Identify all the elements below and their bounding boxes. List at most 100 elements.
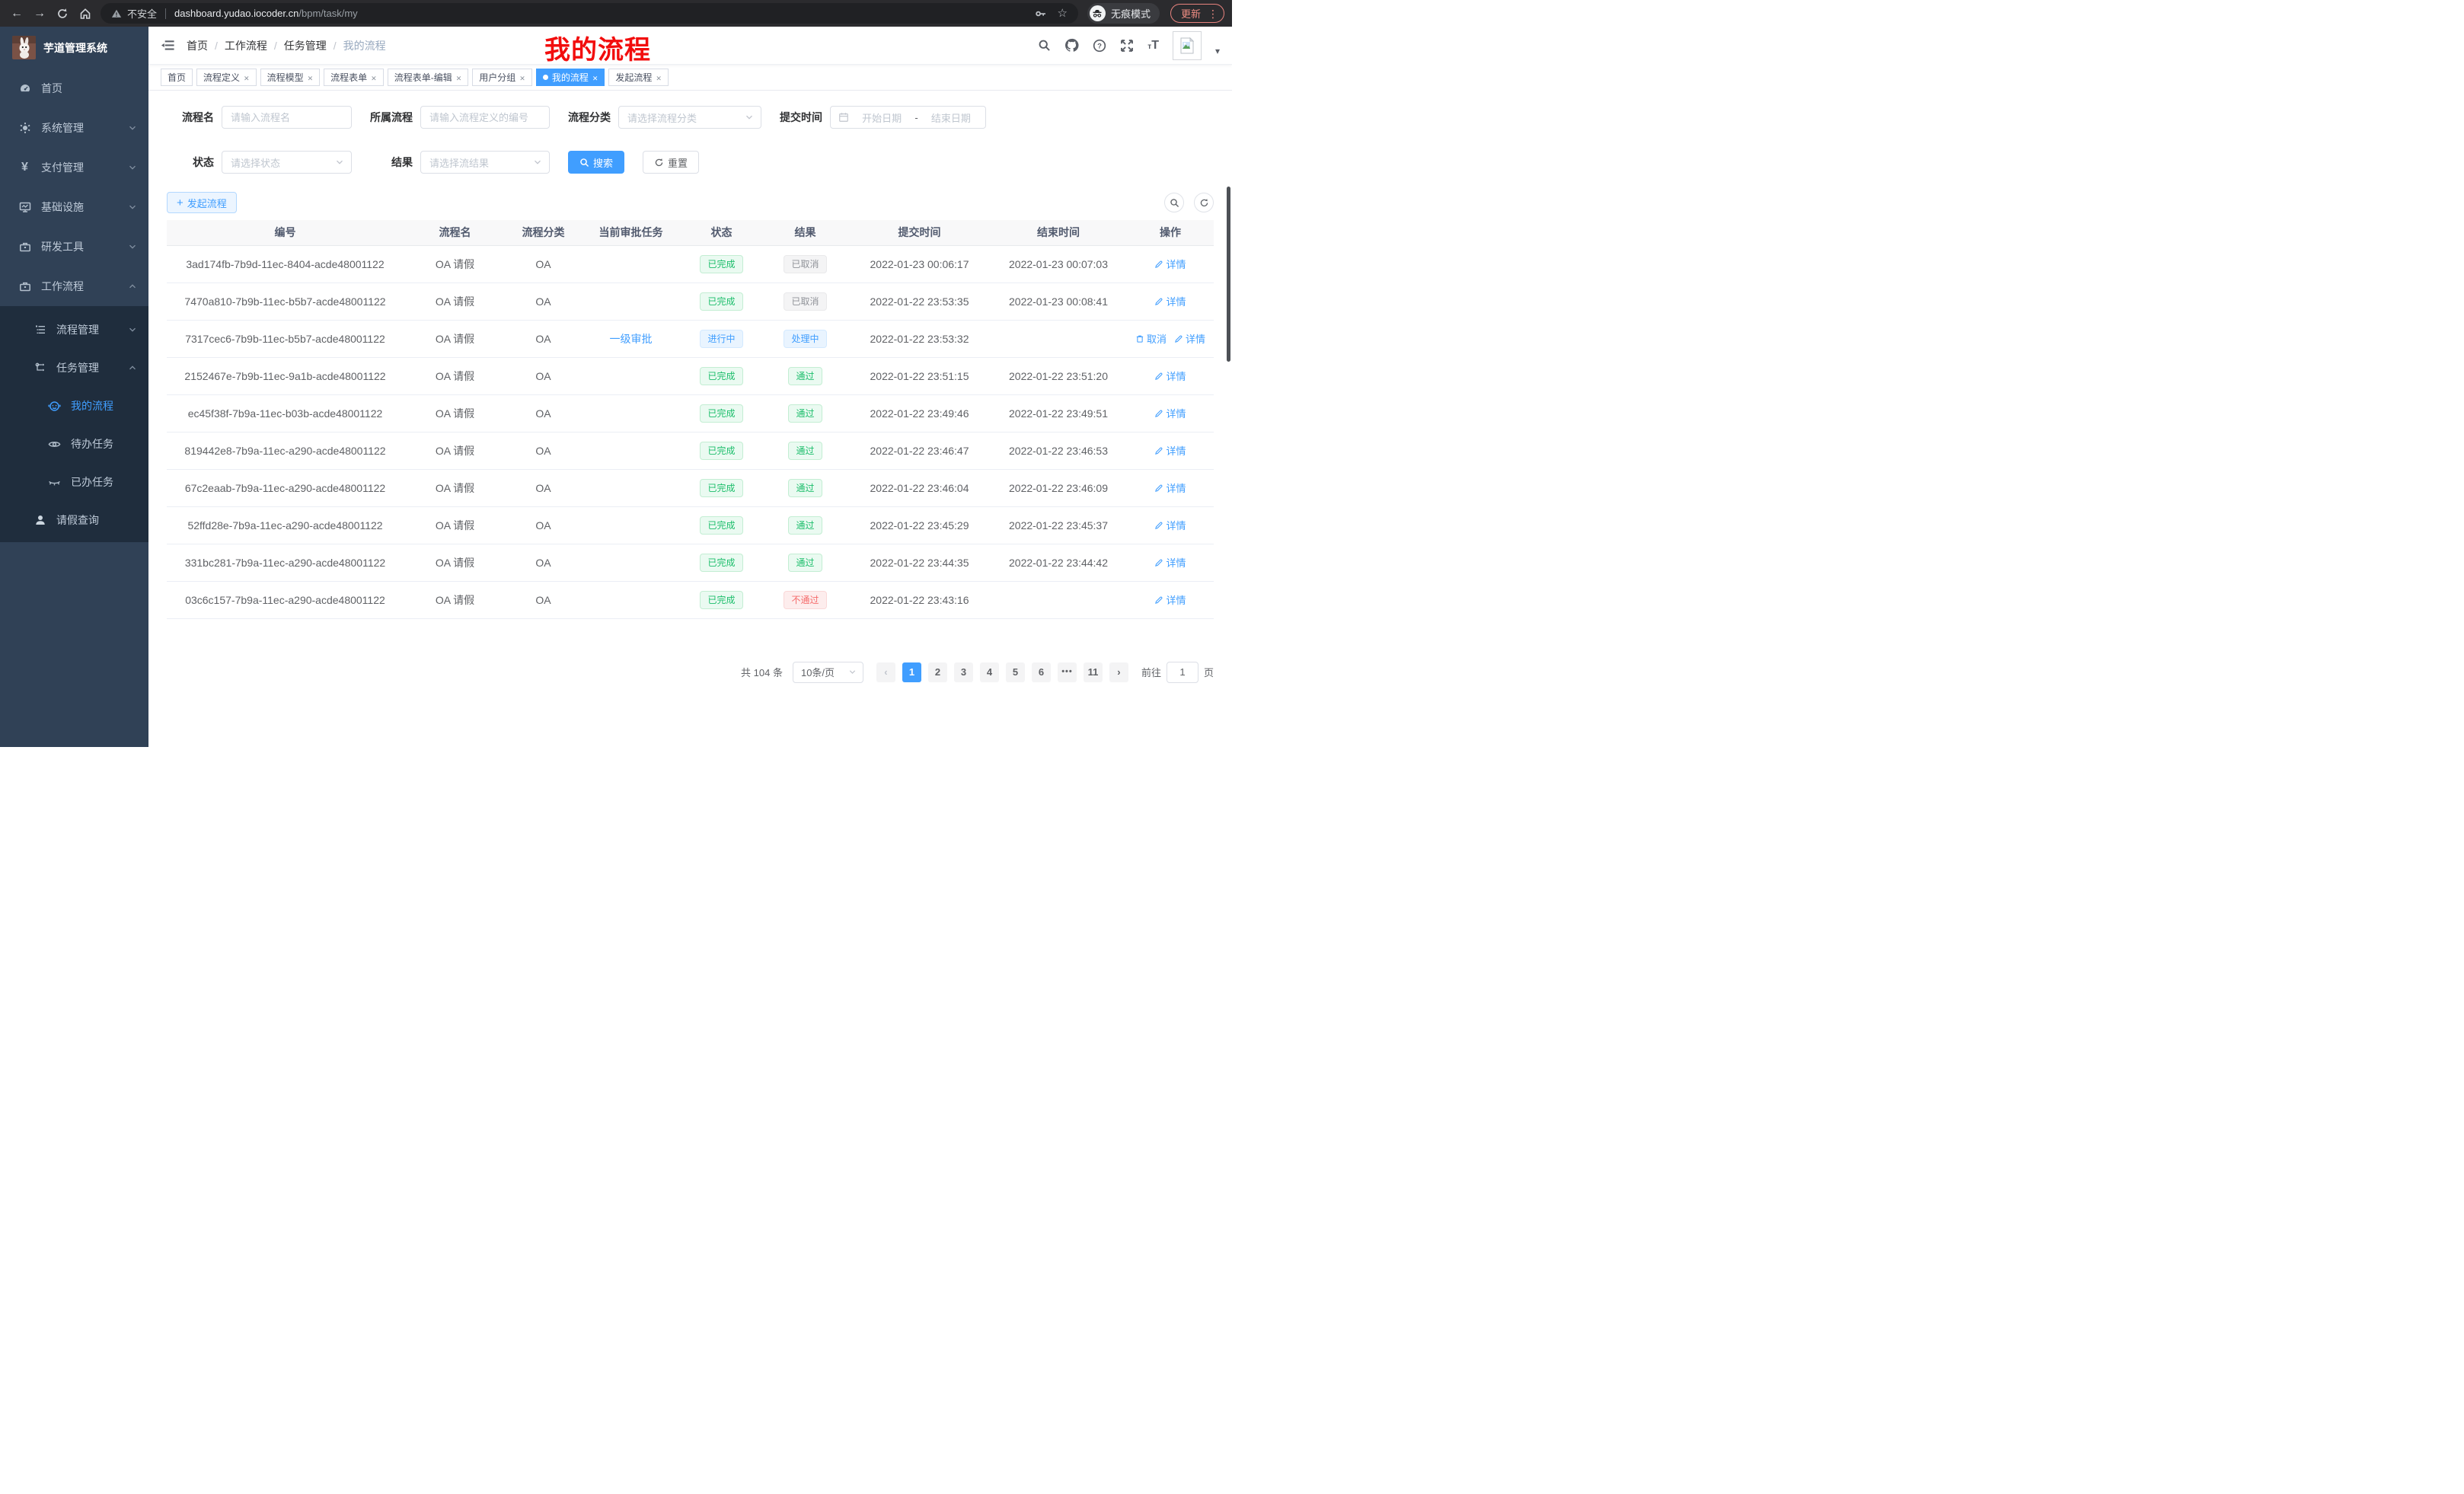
sidebar-item-payment[interactable]: ¥ 支付管理 (0, 148, 148, 187)
detail-button[interactable]: 详情 (1154, 592, 1186, 607)
avatar[interactable] (1173, 31, 1202, 60)
jump-page-input[interactable] (1167, 662, 1198, 683)
tab-process-model[interactable]: 流程模型 (260, 69, 321, 86)
detail-button[interactable]: 详情 (1154, 518, 1186, 532)
page-button-11[interactable]: 11 (1084, 662, 1103, 682)
prev-page-button[interactable]: ‹ (876, 662, 895, 682)
breadcrumb-home[interactable]: 首页 (187, 38, 225, 53)
sidebar-toggle-icon[interactable] (161, 38, 175, 53)
page-ellipsis[interactable]: ••• (1058, 662, 1077, 682)
detail-button[interactable]: 详情 (1154, 294, 1186, 308)
sidebar-item-label: 工作流程 (41, 279, 84, 294)
cancel-button[interactable]: 取消 (1135, 331, 1167, 346)
page-button-5[interactable]: 5 (1006, 662, 1025, 682)
tab-start-process[interactable]: 发起流程 (608, 69, 669, 86)
sidebar-item-dev-tools[interactable]: 研发工具 (0, 227, 148, 267)
close-tab-icon[interactable] (244, 72, 250, 83)
detail-button[interactable]: 详情 (1154, 406, 1186, 420)
submit-time-range-picker[interactable]: 开始日期 - 结束日期 (830, 106, 986, 129)
detail-button[interactable]: 详情 (1154, 480, 1186, 495)
not-secure-warning-icon[interactable] (111, 8, 122, 19)
detail-button[interactable]: 详情 (1154, 369, 1186, 383)
browser-forward-icon[interactable]: → (30, 5, 49, 23)
sidebar-item-workflow[interactable]: 工作流程 (0, 267, 148, 306)
tab-my-process[interactable]: 我的流程 (536, 69, 605, 86)
password-key-icon[interactable] (1035, 8, 1047, 20)
close-tab-icon[interactable] (656, 72, 662, 83)
tab-process-form-edit[interactable]: 流程表单-编辑 (388, 69, 469, 86)
main-area: 首页 工作流程 任务管理 我的流程 ? тT (148, 27, 1232, 747)
sidebar-item-task-management[interactable]: 任务管理 (0, 349, 148, 387)
breadcrumb-task-management[interactable]: 任务管理 (284, 38, 343, 53)
close-tab-icon[interactable] (592, 72, 598, 83)
sidebar-item-home[interactable]: 首页 (0, 69, 148, 108)
result-badge: 通过 (788, 442, 822, 460)
close-tab-icon[interactable] (456, 72, 462, 83)
page-button-3[interactable]: 3 (954, 662, 973, 682)
tab-user-group[interactable]: 用户分组 (472, 69, 532, 86)
logo-image (12, 36, 36, 59)
page-button-4[interactable]: 4 (980, 662, 999, 682)
dashboard-icon (18, 82, 31, 94)
sidebar-item-done-tasks[interactable]: 已办任务 (0, 463, 148, 501)
help-icon[interactable]: ? (1093, 39, 1106, 53)
detail-button[interactable]: 详情 (1174, 331, 1205, 346)
detail-button[interactable]: 详情 (1154, 257, 1186, 271)
browser-reload-icon[interactable] (53, 5, 72, 23)
scrollbar-thumb[interactable] (1227, 187, 1230, 362)
page-button-2[interactable]: 2 (928, 662, 947, 682)
sidebar-item-leave-query[interactable]: 请假查询 (0, 501, 148, 539)
browser-back-icon[interactable]: ← (8, 5, 26, 23)
font-size-icon[interactable]: тT (1147, 39, 1159, 53)
sidebar-item-my-process[interactable]: 我的流程 (0, 387, 148, 425)
app-logo[interactable]: 芋道管理系统 (0, 27, 148, 69)
detail-button[interactable]: 详情 (1154, 443, 1186, 458)
sidebar-item-label: 请假查询 (56, 512, 99, 528)
edit-icon (1154, 595, 1163, 605)
header-search-icon[interactable] (1038, 39, 1051, 52)
breadcrumb-workflow[interactable]: 工作流程 (225, 38, 284, 53)
url-divider (165, 8, 166, 19)
reset-button[interactable]: 重置 (643, 151, 699, 174)
category-select[interactable]: 请选择流程分类 (618, 106, 761, 129)
sidebar-item-process-management[interactable]: 流程管理 (0, 311, 148, 349)
result-select[interactable]: 请选择流结果 (420, 151, 550, 174)
close-tab-icon[interactable] (371, 72, 377, 83)
detail-button[interactable]: 详情 (1154, 555, 1186, 570)
close-tab-icon[interactable] (308, 72, 314, 83)
page-button-6[interactable]: 6 (1032, 662, 1051, 682)
page-button-1[interactable]: 1 (902, 662, 921, 682)
tab-process-definition[interactable]: 流程定义 (196, 69, 257, 86)
bookmark-star-icon[interactable]: ☆ (1058, 8, 1068, 19)
browser-update-button[interactable]: 更新 ⋮ (1170, 4, 1224, 23)
create-process-button[interactable]: + 发起流程 (167, 192, 237, 213)
process-definition-input[interactable] (420, 106, 550, 129)
browser-home-icon[interactable] (76, 5, 94, 23)
filter-row-2: 状态 请选择状态 结果 请选择流结果 搜索 (167, 151, 1214, 174)
toggle-search-button[interactable] (1164, 193, 1184, 212)
sidebar-item-infrastructure[interactable]: 基础设施 (0, 187, 148, 227)
tab-home[interactable]: 首页 (161, 69, 193, 86)
search-button[interactable]: 搜索 (568, 151, 624, 174)
next-page-button[interactable]: › (1109, 662, 1128, 682)
edit-icon (1154, 521, 1163, 530)
result-badge: 通过 (788, 367, 822, 385)
browser-menu-icon[interactable]: ⋮ (1208, 8, 1218, 19)
sidebar-item-system[interactable]: 系统管理 (0, 108, 148, 148)
fullscreen-icon[interactable] (1120, 39, 1134, 53)
sidebar-item-todo-tasks[interactable]: 待办任务 (0, 425, 148, 463)
close-tab-icon[interactable] (519, 72, 525, 83)
refresh-icon (654, 158, 664, 168)
github-icon[interactable] (1064, 38, 1079, 53)
not-secure-label: 不安全 (127, 6, 157, 21)
jump-suffix: 页 (1204, 665, 1214, 679)
page-size-select[interactable]: 10条/页 (793, 662, 863, 683)
refresh-table-button[interactable] (1194, 193, 1214, 212)
sidebar-menu: 首页 系统管理 ¥ 支付管理 基础设施 (0, 69, 148, 542)
avatar-caret-icon[interactable]: ▾ (1215, 46, 1220, 56)
status-select[interactable]: 请选择状态 (222, 151, 352, 174)
tab-process-form[interactable]: 流程表单 (324, 69, 384, 86)
sidebar: 芋道管理系统 首页 系统管理 ¥ 支付管理 (0, 27, 148, 747)
address-bar[interactable]: 不安全 dashboard.yudao.iocoder.cn /bpm/task… (101, 3, 1078, 24)
process-name-input[interactable] (222, 106, 352, 129)
